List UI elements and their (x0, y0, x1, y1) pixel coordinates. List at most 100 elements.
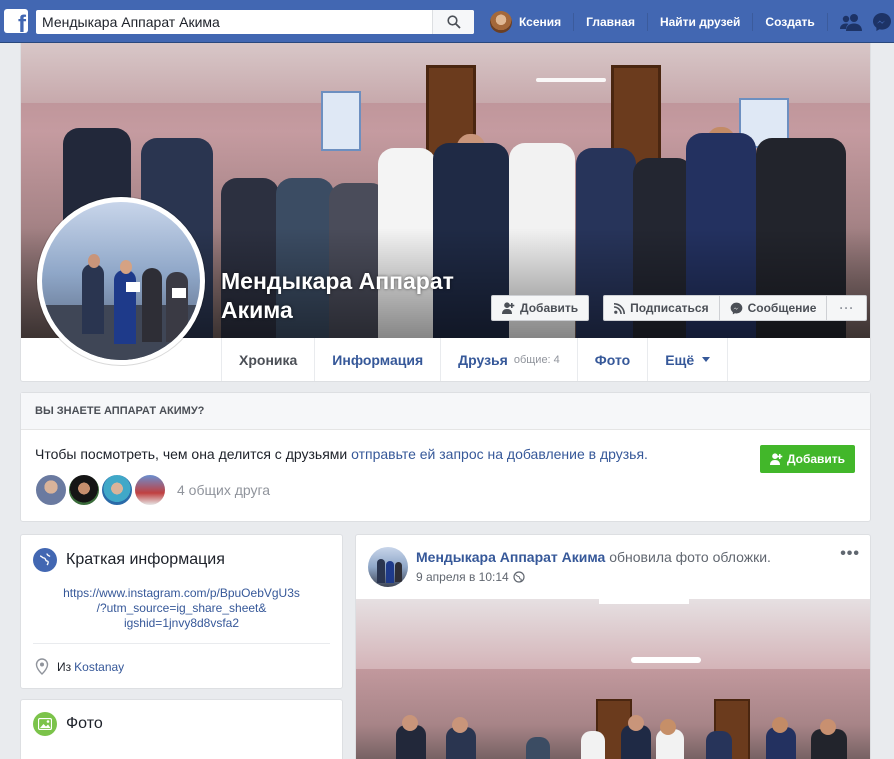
location-link[interactable]: Kostanay (74, 660, 124, 674)
add-friend-green-button[interactable]: Добавить (760, 445, 855, 473)
post-photo-person (706, 731, 732, 759)
post-photo-head (402, 715, 418, 731)
instagram-link-line: /?utm_source=ig_share_sheet& (96, 601, 267, 615)
more-options-icon: ··· (839, 301, 855, 315)
post-photo[interactable] (356, 599, 870, 759)
photos-title: Фото (66, 715, 103, 732)
tab-timeline[interactable]: Хроника (221, 338, 314, 381)
globe-icon (513, 571, 525, 583)
do-you-know-text: Чтобы посмотреть, чем она делится с друз… (35, 446, 648, 462)
messenger-icon (730, 302, 742, 314)
post-photo-head (820, 719, 836, 735)
nav-create-link[interactable]: Создать (753, 15, 826, 29)
globe-icon (33, 548, 57, 572)
profile-picture-image (42, 202, 200, 360)
do-you-know-header: ВЫ ЗНАЕТЕ АППАРАТ АКИМУ? (21, 393, 870, 430)
profile-picture-person (142, 268, 162, 342)
chevron-down-icon (702, 357, 711, 362)
more-options-button[interactable]: ··· (827, 295, 868, 321)
tab-friends-label: Друзья (458, 351, 508, 368)
tab-about[interactable]: Информация (314, 338, 440, 381)
post-meta: 9 апреля в 10:14 (416, 570, 525, 584)
post-author-avatar[interactable] (368, 547, 408, 587)
follow-button[interactable]: Подписаться (603, 295, 720, 321)
nav-icons (828, 12, 892, 32)
post-photo-person (526, 737, 550, 759)
search-button[interactable] (432, 10, 474, 34)
instagram-link-line: https://www.instagram.com/p/BpuOebVgU3s (63, 586, 300, 600)
search-input[interactable] (36, 10, 432, 34)
nav-user-profile[interactable]: Ксения (490, 10, 573, 33)
post-options-button[interactable]: ••• (840, 545, 860, 563)
tab-about-label: Информация (332, 351, 424, 368)
mutual-friends: 4 общих друга (35, 474, 270, 506)
post-action: обновила фото обложки. (609, 549, 771, 565)
messenger-icon[interactable] (872, 12, 892, 32)
cover-button-group: Подписаться Сообщение ··· (603, 295, 868, 321)
nav-find-friends-link[interactable]: Найти друзей (648, 15, 752, 29)
profile-picture-head (88, 254, 100, 268)
mutual-friends-count[interactable]: 4 общих друга (177, 482, 270, 498)
post-card: Мендыкара Аппарат Акима обновила фото об… (355, 534, 871, 759)
post-photo-ceiling (356, 599, 870, 669)
add-friend-green-label: Добавить (786, 452, 846, 466)
cover-actions: Добавить Подписаться Сообщение ··· (491, 295, 868, 321)
do-you-know-message: Чтобы посмотреть, чем она делится с друз… (35, 446, 348, 462)
location-prefix: Из (57, 659, 72, 674)
mutual-friend-avatar[interactable] (68, 474, 100, 506)
friends-icon[interactable] (839, 13, 862, 31)
top-nav: Ксения Главная Найти друзей Создать (490, 0, 892, 43)
mutual-friend-avatar[interactable] (134, 474, 166, 506)
photo-icon (33, 712, 57, 736)
profile-name: Мендыкара Аппарат Акима (221, 268, 454, 323)
profile-picture-person (82, 264, 104, 334)
do-you-know-box: ВЫ ЗНАЕТЕ АППАРАТ АКИМУ? Чтобы посмотрет… (20, 392, 871, 522)
cover-light (536, 78, 606, 82)
search-box (36, 10, 474, 34)
top-bar: f Ксения Главная Найти друзей Создать (0, 0, 894, 43)
post-author-name[interactable]: Мендыкара Аппарат Акима (416, 549, 605, 565)
add-friend-button[interactable]: Добавить (491, 295, 590, 321)
message-label: Сообщение (747, 301, 817, 315)
tab-photos-label: Фото (594, 351, 631, 368)
nav-home-link[interactable]: Главная (574, 15, 647, 29)
add-friend-icon (502, 302, 515, 314)
tab-more[interactable]: Ещё (647, 338, 729, 381)
post-photo-person (581, 731, 605, 759)
facebook-logo-icon[interactable]: f (4, 9, 28, 33)
intro-title-row: Краткая информация (21, 535, 342, 572)
post-photo-head (772, 717, 788, 733)
profile-header: Мендыкара Аппарат Акима Добавить Подписа… (20, 43, 871, 382)
add-friend-label: Добавить (520, 301, 579, 315)
tab-friends-count: общие: 4 (513, 353, 560, 366)
avatar (490, 10, 512, 33)
mutual-friend-avatar[interactable] (101, 474, 133, 506)
post-date[interactable]: 9 апреля в 10:14 (416, 570, 509, 584)
post-photo-light (599, 599, 689, 604)
profile-picture[interactable] (37, 197, 205, 365)
instagram-link-line: igshid=1jnvy8d8vsfa2 (123, 616, 240, 630)
message-button[interactable]: Сообщение (719, 295, 828, 321)
tab-timeline-label: Хроника (239, 351, 298, 368)
user-name: Ксения (519, 14, 562, 29)
search-icon (446, 15, 461, 29)
tab-friends[interactable]: Друзья общие: 4 (440, 338, 577, 381)
location-pin-icon (35, 658, 49, 675)
profile-picture-person (166, 272, 188, 342)
intro-title: Краткая информация (66, 551, 225, 568)
photos-card: Фото (20, 699, 343, 759)
photos-title-row[interactable]: Фото (21, 700, 342, 736)
profile-picture-certificate (126, 282, 140, 292)
post-photo-light (631, 657, 701, 663)
post-header-text: Мендыкара Аппарат Акима обновила фото об… (416, 549, 771, 565)
instagram-link[interactable]: https://www.instagram.com/p/BpuOebVgU3s … (21, 586, 342, 631)
tab-photos[interactable]: Фото (576, 338, 647, 381)
profile-picture-head (120, 260, 132, 274)
intro-location: Из Kostanay (21, 644, 342, 675)
mutual-friend-avatar[interactable] (35, 474, 67, 506)
add-friend-icon (769, 453, 783, 465)
send-friend-request-link[interactable]: отправьте ей запрос на добавление в друз… (351, 446, 648, 462)
follow-label: Подписаться (630, 301, 709, 315)
rss-icon (614, 302, 626, 314)
post-photo-head (660, 719, 676, 735)
